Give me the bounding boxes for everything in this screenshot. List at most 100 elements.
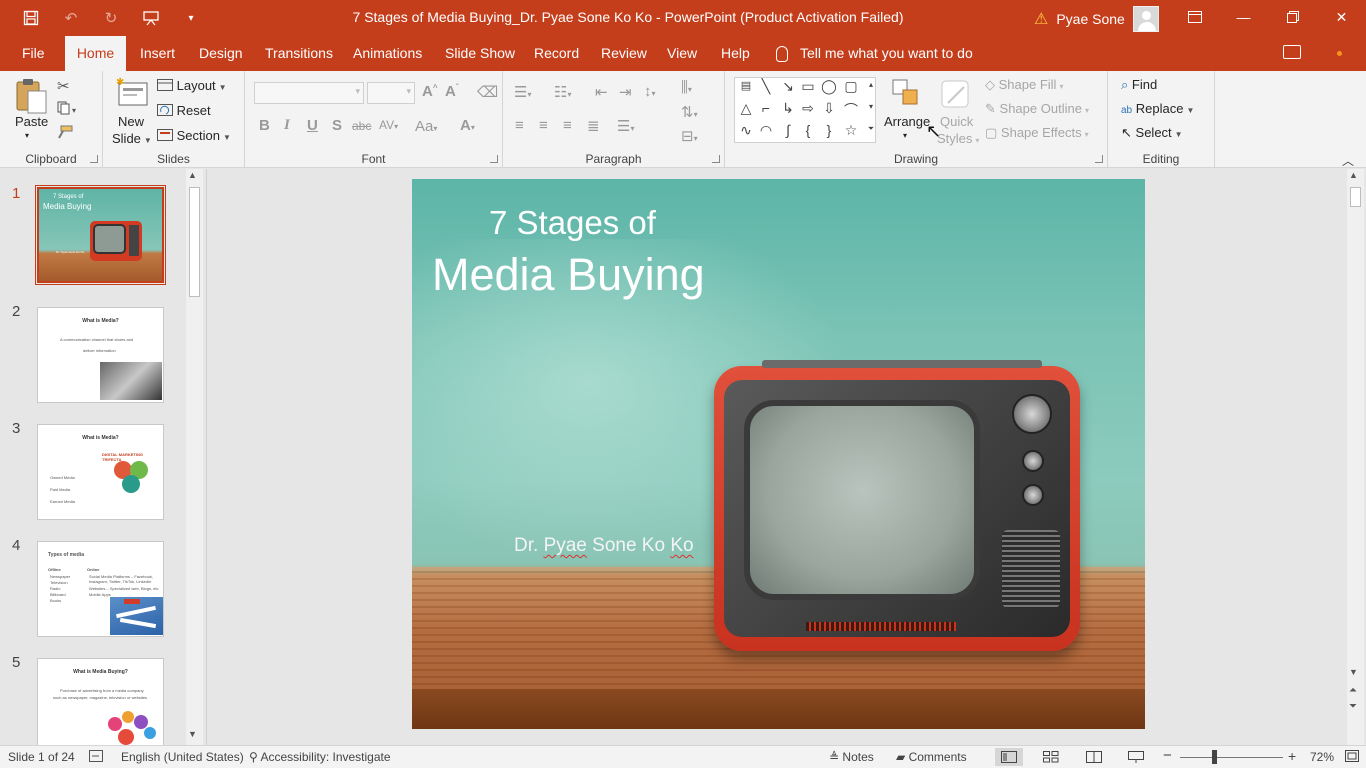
reading-view-icon[interactable] <box>1080 748 1108 766</box>
shape-outline-button[interactable]: ✎ Shape Outline ▾ <box>985 101 1089 117</box>
tab-review[interactable]: Review <box>591 36 657 71</box>
copy-icon[interactable]: ▾ <box>57 101 79 118</box>
zoom-level[interactable]: 72% <box>1310 750 1334 764</box>
curve-shape-icon[interactable]: ∫ <box>778 122 798 138</box>
triangle-shape-icon[interactable]: △ <box>736 100 756 117</box>
find-button[interactable]: ⌕ Find <box>1121 77 1157 93</box>
tab-transitions[interactable]: Transitions <box>255 36 343 71</box>
select-button[interactable]: ↖ Select ▼ <box>1121 125 1183 141</box>
accessibility-button[interactable]: ⚲ Accessibility: Investigate <box>249 750 391 764</box>
scroll-down-icon[interactable]: ▼ <box>188 729 197 739</box>
tab-view[interactable]: View <box>657 36 707 71</box>
change-case-icon[interactable]: Aa▾ <box>415 118 437 135</box>
zoom-slider[interactable] <box>1180 757 1283 758</box>
align-right-icon[interactable]: ≡ <box>563 117 572 134</box>
spelling-check-icon[interactable] <box>89 750 103 765</box>
previous-slide-icon[interactable]: ⏶ <box>1349 685 1357 696</box>
fit-to-window-icon[interactable] <box>1345 750 1359 765</box>
bullets-icon[interactable]: ☰▾ <box>514 83 531 101</box>
tab-record[interactable]: Record <box>524 36 589 71</box>
italic-icon[interactable]: I <box>284 117 290 134</box>
ribbon-display-options-icon[interactable] <box>1170 0 1219 34</box>
arrange-dropdown-icon[interactable]: ▾ <box>903 131 907 140</box>
arrange-icon[interactable] <box>890 77 922 112</box>
line-shape-icon[interactable]: ╲ <box>756 78 776 95</box>
rectangle-shape-icon[interactable]: ▭ <box>798 78 818 95</box>
format-painter-icon[interactable] <box>57 125 73 142</box>
notes-button[interactable]: ≜ Notes <box>829 750 874 764</box>
slide-title-line-1[interactable]: 7 Stages of <box>489 204 656 242</box>
down-arrow-shape-icon[interactable]: ⇩ <box>819 100 839 117</box>
elbow-arrow-shape-icon[interactable]: ↳ <box>778 100 798 117</box>
quick-styles-button[interactable]: Styles ▾ <box>937 131 979 146</box>
shapes-gallery[interactable]: ▤ ╲ ↘ ▭ ◯ ▢ △ ⌐ ↳ ⇨ ⇩ ⌒ ∿ ◠ ∫ { } ☆ ▴ ▾ … <box>734 77 876 143</box>
zoom-out-icon[interactable]: − <box>1163 747 1172 764</box>
rounded-rect-shape-icon[interactable]: ▢ <box>841 78 861 95</box>
comments-button[interactable]: ▰ Comments <box>896 750 967 764</box>
numbering-icon[interactable]: ☷▾ <box>554 83 571 101</box>
normal-view-icon[interactable] <box>995 748 1023 766</box>
font-color-icon[interactable]: A▾ <box>460 117 475 134</box>
slide-thumbnail-1[interactable]: 7 Stages of Media Buying Dr. Pyae Sone K… <box>35 185 166 285</box>
layout-button[interactable]: Layout ▼ <box>157 78 227 93</box>
restore-icon[interactable] <box>1268 0 1317 34</box>
scroll-up-icon[interactable]: ▲ <box>1349 170 1358 180</box>
quick-styles-label-1[interactable]: Quick <box>940 114 973 129</box>
gallery-more-icon[interactable]: ⏷ <box>861 124 881 134</box>
elbow-connector-shape-icon[interactable]: ⌐ <box>756 100 776 116</box>
font-name-combo[interactable] <box>254 82 364 104</box>
arrange-button[interactable]: Arrange <box>884 114 930 129</box>
slide-show-view-icon[interactable] <box>1122 748 1150 766</box>
text-direction-icon[interactable]: ⇅▾ <box>681 103 698 121</box>
slide-thumbnail-4[interactable]: Types of media Offline Newspaper Televis… <box>37 541 164 637</box>
slide-sorter-icon[interactable] <box>1037 748 1065 766</box>
shape-effects-button[interactable]: ▢ Shape Effects ▾ <box>985 125 1089 141</box>
close-icon[interactable]: ✕ <box>1317 0 1366 34</box>
cut-icon[interactable]: ✂ <box>57 77 70 95</box>
retro-tv-image[interactable] <box>714 360 1080 651</box>
drawing-launcher-icon[interactable] <box>1095 155 1103 163</box>
clear-formatting-icon[interactable]: ⌫ <box>477 83 498 101</box>
replace-button[interactable]: ab Replace ▼ <box>1121 101 1194 116</box>
columns-icon[interactable]: ⫼▾ <box>681 79 692 96</box>
tab-insert[interactable]: Insert <box>130 36 185 71</box>
language-indicator[interactable]: English (United States) <box>121 750 244 764</box>
right-arrow-shape-icon[interactable]: ⇨ <box>798 100 818 117</box>
paste-dropdown-icon[interactable]: ▾ <box>25 131 29 140</box>
shadow-icon[interactable]: S <box>332 117 342 134</box>
new-slide-icon[interactable]: ✱ <box>116 77 150 112</box>
section-button[interactable]: Section ▼ <box>157 128 231 143</box>
align-left-icon[interactable]: ≡ <box>515 117 524 134</box>
slide-title-line-2[interactable]: Media Buying <box>432 249 705 301</box>
tab-help[interactable]: Help <box>711 36 760 71</box>
freeform-shape-icon[interactable]: ⌒ <box>841 100 861 120</box>
tab-home[interactable]: Home <box>65 36 126 71</box>
avatar[interactable] <box>1132 6 1159 32</box>
increase-font-size-icon[interactable]: A^ <box>422 83 438 100</box>
thumbnails-scrollbar[interactable]: ▲ ▼ <box>186 169 203 745</box>
minimize-icon[interactable]: — <box>1219 0 1268 34</box>
user-area[interactable]: ⚠ Pyae Sone <box>1034 6 1159 32</box>
thumbnails-scroll-thumb[interactable] <box>189 187 200 297</box>
line-spacing-icon[interactable]: ↕▾ <box>644 83 656 100</box>
new-slide-label-1[interactable]: New <box>118 114 144 129</box>
align-center-icon[interactable]: ≡ <box>539 117 548 134</box>
slide-scroll-thumb[interactable] <box>1350 187 1361 207</box>
new-slide-button[interactable]: Slide ▼ <box>112 131 152 146</box>
text-box-shape-icon[interactable]: ▤ <box>736 79 756 92</box>
shape-fill-button[interactable]: ◇ Shape Fill ▾ <box>985 77 1063 93</box>
add-columns-icon[interactable]: ☰▾ <box>617 117 634 135</box>
slide-canvas[interactable]: 7 Stages of Media Buying Dr. Pyae Sone K… <box>412 179 1145 729</box>
tab-design[interactable]: Design <box>189 36 253 71</box>
font-size-combo[interactable] <box>367 82 415 104</box>
paragraph-launcher-icon[interactable] <box>712 155 720 163</box>
decrease-font-size-icon[interactable]: Aˇ <box>445 83 459 100</box>
paste-icon[interactable] <box>14 77 50 118</box>
tab-file[interactable]: File <box>12 36 55 71</box>
paste-button[interactable]: Paste <box>15 114 48 129</box>
gallery-down-icon[interactable]: ▾ <box>861 102 881 111</box>
decrease-indent-icon[interactable]: ⇤ <box>595 83 608 101</box>
left-brace-shape-icon[interactable]: { <box>798 122 818 138</box>
tab-animations[interactable]: Animations <box>343 36 432 71</box>
slide-author[interactable]: Dr. Pyae Sone Ko Ko <box>514 535 694 557</box>
